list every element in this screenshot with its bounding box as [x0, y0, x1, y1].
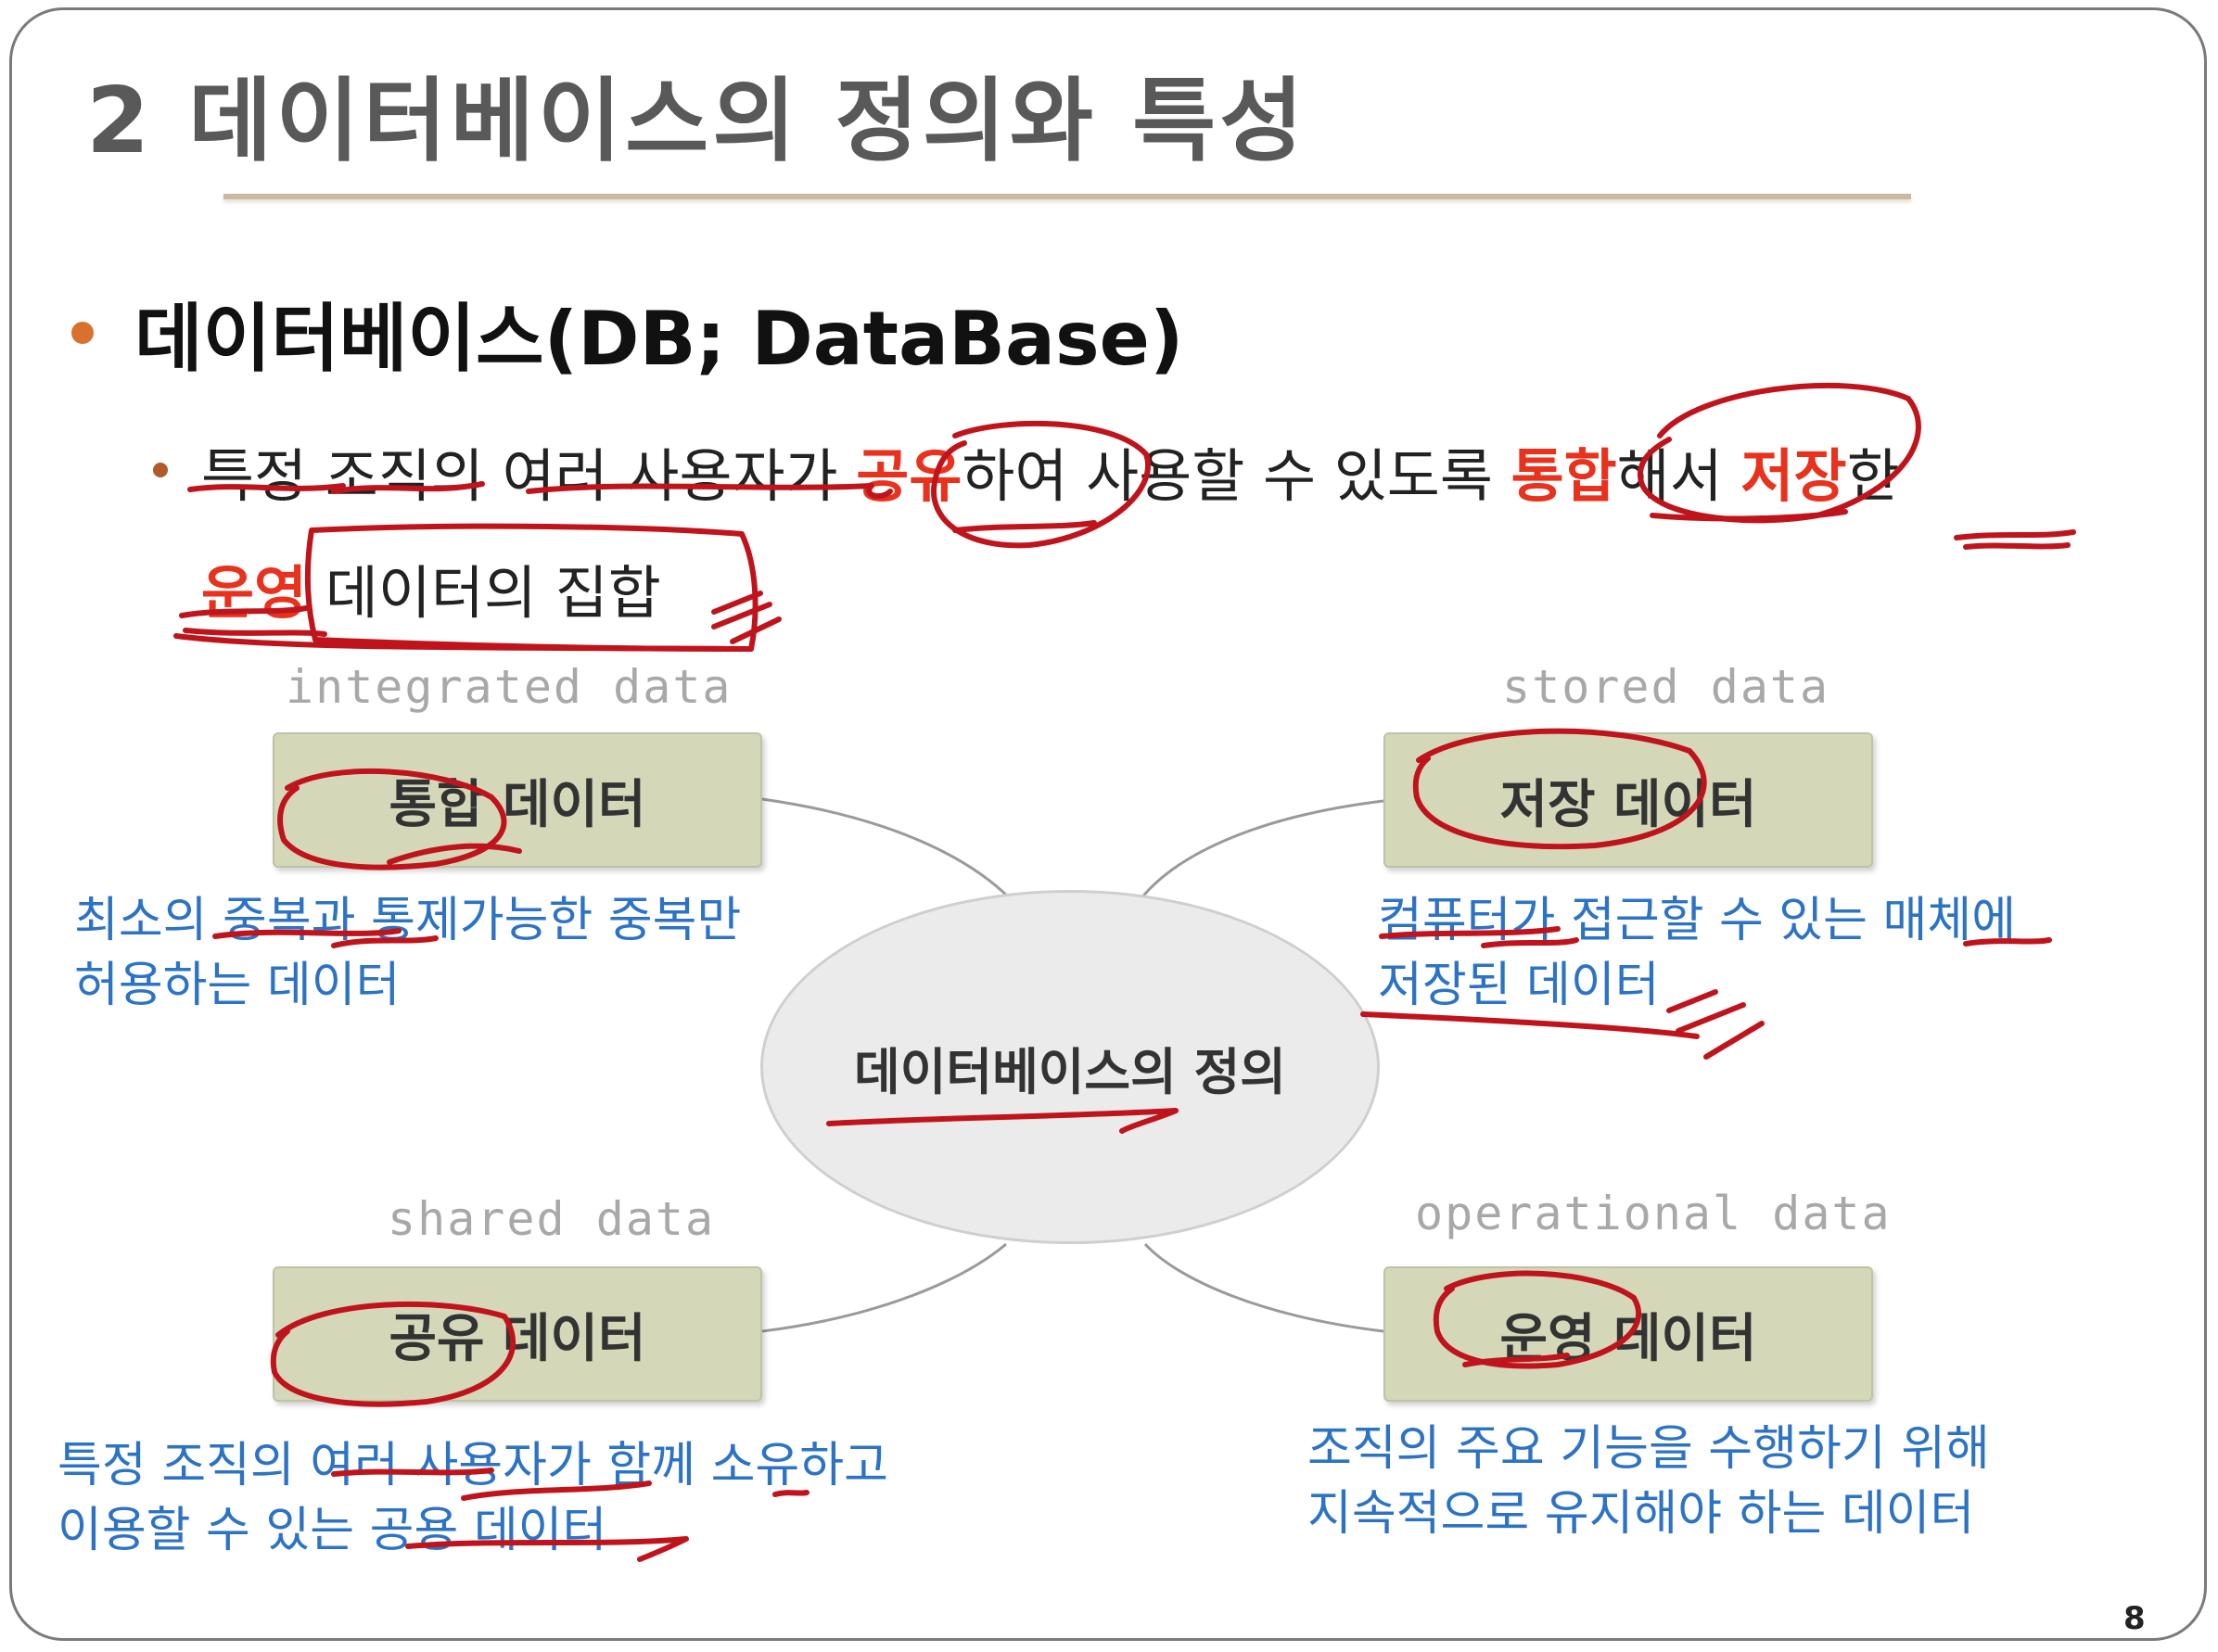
operational-desc-line-1: 조직의 주요 기능을 수행하기 위해 — [1307, 1421, 1990, 1477]
stored-desc-line-1: 컴퓨터가 접근할 수 있는 매체에 — [1378, 893, 2017, 948]
operational-english-label: operational data — [1415, 1187, 1892, 1240]
connector-shared — [761, 1242, 1007, 1333]
operational-data-box: 운영 데이터 — [1383, 1266, 1873, 1402]
integrated-data-box: 통합 데이터 — [273, 732, 762, 868]
shared-data-label: 공유 데이터 — [389, 1308, 646, 1369]
stored-description: 컴퓨터가 접근할 수 있는 매체에 저장된 데이터 — [1378, 888, 2016, 1018]
shared-description: 특정 조직의 여러 사용자가 함께 소유하고 이용할 수 있는 공용 데이터 — [57, 1433, 888, 1563]
stored-desc-line-2: 저장된 데이터 — [1378, 958, 1660, 1013]
center-ellipse: 데이터베이스의 정의 — [760, 890, 1380, 1244]
shared-english-label: shared data — [388, 1192, 716, 1246]
stored-data-box: 저장 데이터 — [1383, 732, 1873, 868]
integrated-description: 최소의 중복과 통제가능한 중복만 허용하는 데이터 — [74, 888, 741, 1018]
page-number: 8 — [2123, 1600, 2146, 1637]
shared-data-box: 공유 데이터 — [273, 1266, 762, 1402]
operational-description: 조직의 주요 기능을 수행하기 위해 지속적으로 유지해야 하는 데이터 — [1307, 1417, 1990, 1546]
shared-desc-line-2: 이용할 수 있는 공용 데이터 — [57, 1503, 607, 1558]
integrated-desc-line-1: 최소의 중복과 통제가능한 중복만 — [74, 893, 742, 948]
connector-operational — [1143, 1242, 1384, 1333]
shared-desc-line-1: 특정 조직의 여러 사용자가 함께 소유하고 — [57, 1438, 888, 1493]
stored-english-label: stored data — [1502, 660, 1830, 714]
operational-data-label: 운영 데이터 — [1499, 1308, 1757, 1369]
stored-data-label: 저장 데이터 — [1499, 774, 1757, 835]
center-label: 데이터베이스의 정의 — [854, 1042, 1286, 1101]
connector-integrated — [761, 797, 1013, 901]
connector-stored — [1139, 799, 1384, 900]
integrated-data-label: 통합 데이터 — [389, 774, 646, 835]
operational-desc-line-2: 지속적으로 유지해야 하는 데이터 — [1307, 1486, 1975, 1542]
integrated-desc-line-2: 허용하는 데이터 — [74, 958, 401, 1013]
integrated-english-label: integrated data — [286, 660, 733, 714]
